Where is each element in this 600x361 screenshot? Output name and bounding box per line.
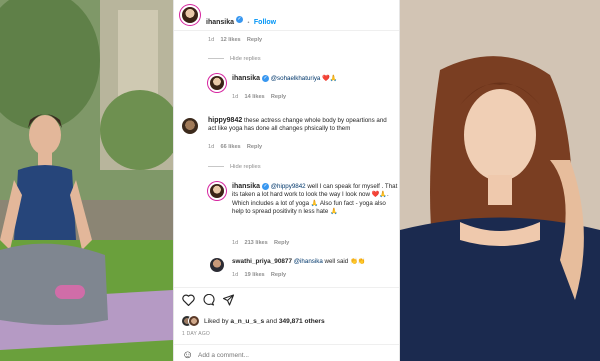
comment-username[interactable]: ihansika bbox=[232, 75, 260, 82]
verified-icon: ✓ bbox=[236, 16, 244, 24]
instagram-post-panel: ihansika ✓ • Follow 1d 12 likes Reply Hid… bbox=[173, 0, 400, 361]
comment-body: ihansika ✓ @sohaelkhaturiya ❤️🙏 bbox=[232, 75, 394, 83]
comment-likes[interactable]: 19 likes bbox=[244, 272, 264, 278]
liked-by-prefix: Liked by bbox=[204, 318, 229, 325]
heart-icon[interactable] bbox=[182, 294, 195, 306]
comment-body: swathi_priya_90877 @ihansika well said 👏… bbox=[232, 258, 398, 266]
verified-icon: ✓ bbox=[262, 183, 270, 190]
header-separator: • bbox=[247, 20, 250, 26]
share-icon[interactable] bbox=[222, 294, 235, 306]
liked-by-count[interactable]: 349,871 others bbox=[279, 318, 325, 325]
reply-button[interactable]: Reply bbox=[271, 272, 286, 278]
comment-likes[interactable]: 12 likes bbox=[220, 37, 240, 43]
comment-likes[interactable]: 14 likes bbox=[244, 94, 264, 100]
comment-body: ihansika ✓ @hippy9842 well I can speak fo… bbox=[232, 183, 398, 216]
liker-avatar bbox=[189, 316, 199, 326]
comment-username[interactable]: swathi_priya_90877 bbox=[232, 258, 292, 265]
portrait-photo-illustration bbox=[400, 0, 600, 361]
comment-text: well said 👏👏 bbox=[324, 258, 366, 265]
verified-icon: ✓ bbox=[262, 75, 270, 82]
comment-meta: 1d 66 likes Reply bbox=[208, 144, 262, 150]
comment-mention[interactable]: @ihansika bbox=[294, 258, 323, 265]
comment-time: 1d bbox=[232, 240, 239, 246]
reply-button[interactable]: Reply bbox=[247, 37, 262, 43]
liked-by-user[interactable]: a_n_u_s_s bbox=[230, 318, 264, 325]
comment-likes[interactable]: 66 likes bbox=[220, 144, 240, 150]
add-comment-input[interactable] bbox=[198, 349, 388, 361]
comment-time: 1d bbox=[232, 272, 239, 278]
hide-replies-button[interactable]: Hide replies bbox=[208, 164, 261, 170]
post-timestamp: 1 DAY AGO bbox=[182, 331, 211, 337]
yoga-photo-illustration bbox=[0, 0, 173, 361]
reply-button[interactable]: Reply bbox=[247, 144, 262, 150]
reply-button[interactable]: Reply bbox=[274, 240, 289, 246]
author-avatar[interactable] bbox=[182, 7, 198, 23]
comment-username[interactable]: ihansika bbox=[232, 183, 260, 190]
reply-button[interactable]: Reply bbox=[271, 94, 286, 100]
comment-meta: 1d 19 likes Reply bbox=[232, 272, 286, 278]
liked-by-line: Liked by a_n_u_s_s and 349,871 others bbox=[204, 318, 325, 325]
comment-meta: 1d 213 likes Reply bbox=[232, 240, 289, 246]
footer-divider bbox=[174, 344, 399, 345]
comment-mention[interactable]: @sohaelkhaturiya bbox=[271, 75, 321, 82]
yoga-photo bbox=[0, 0, 173, 361]
comment-meta: 1d 12 likes Reply bbox=[208, 37, 262, 43]
post-header: ihansika ✓ • Follow bbox=[206, 11, 276, 29]
reply-avatar[interactable] bbox=[210, 76, 224, 90]
comment-mention[interactable]: @hippy9842 bbox=[271, 183, 306, 190]
reply-avatar[interactable] bbox=[210, 258, 224, 272]
comment-time: 1d bbox=[208, 144, 215, 150]
emoji-icon[interactable]: ☺ bbox=[182, 350, 193, 361]
portrait-photo bbox=[400, 0, 600, 361]
liked-by-and: and bbox=[265, 318, 277, 325]
comment-body: hippy9842 these actress change whole bod… bbox=[208, 117, 396, 133]
comment-likes[interactable]: 213 likes bbox=[244, 240, 267, 246]
comment-time: 1d bbox=[232, 94, 239, 100]
comment-icon[interactable] bbox=[202, 294, 215, 306]
actions-divider bbox=[174, 287, 399, 288]
follow-button[interactable]: Follow bbox=[254, 19, 276, 26]
reply-avatar[interactable] bbox=[210, 184, 224, 198]
commenter-avatar[interactable] bbox=[182, 118, 198, 134]
comment-text: ❤️🙏 bbox=[322, 75, 338, 83]
hide-replies-button[interactable]: Hide replies bbox=[208, 56, 261, 62]
comment-time: 1d bbox=[208, 37, 215, 43]
comment-meta: 1d 14 likes Reply bbox=[232, 94, 286, 100]
author-username[interactable]: ihansika bbox=[206, 19, 234, 26]
header-divider bbox=[174, 30, 399, 31]
comment-username[interactable]: hippy9842 bbox=[208, 117, 242, 124]
